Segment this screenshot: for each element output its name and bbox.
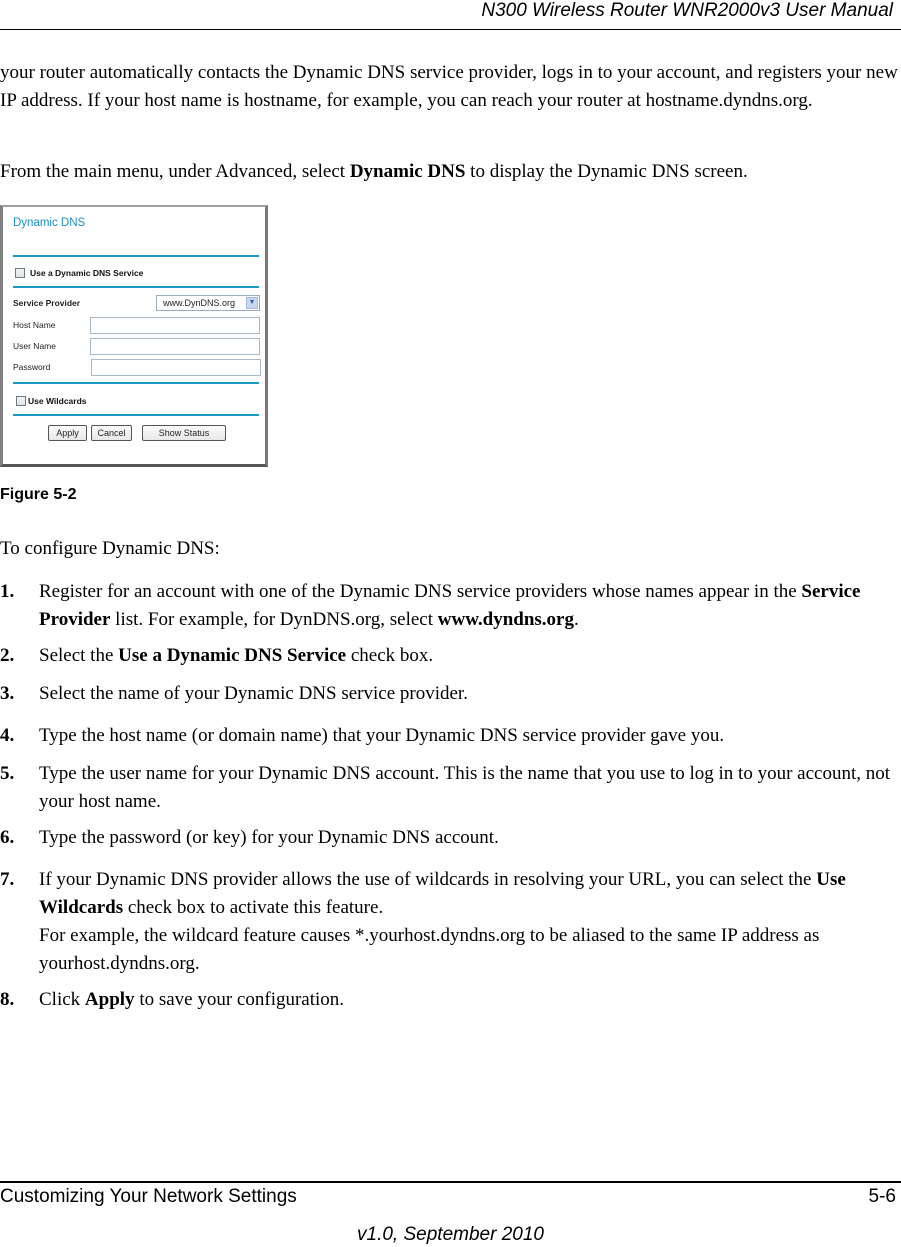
use-ddns-label: Use a Dynamic DNS Service — [30, 268, 144, 278]
manual-title: N300 Wireless Router WNR2000v3 User Manu… — [481, 0, 893, 21]
nav-text-post: to display the Dynamic DNS screen. — [465, 161, 748, 182]
divider — [13, 255, 259, 257]
use-wildcards-checkbox[interactable] — [16, 396, 26, 406]
navigation-paragraph: From the main menu, under Advanced, sele… — [0, 158, 900, 186]
use-wildcards-label: Use Wildcards — [28, 396, 87, 406]
screen-title: Dynamic DNS — [13, 217, 86, 229]
footer-page-number: 5-6 — [868, 1186, 896, 1207]
footer-rule — [0, 1181, 901, 1183]
password-input[interactable] — [91, 359, 261, 376]
service-provider-select[interactable]: www.DynDNS.org ▼ — [156, 295, 260, 311]
step-text-part: to save your configuration. — [134, 989, 345, 1010]
step-number: 5. — [0, 763, 15, 784]
step-number: 2. — [0, 645, 15, 666]
service-provider-value: www.DynDNS.org — [163, 298, 236, 308]
nav-text-pre: From the main menu, under Advanced, sele… — [0, 161, 350, 182]
cancel-button[interactable]: Cancel — [91, 425, 132, 441]
steps-intro: To configure Dynamic DNS: — [0, 538, 220, 559]
show-status-button[interactable]: Show Status — [142, 425, 226, 441]
use-ddns-checkbox[interactable] — [15, 268, 25, 278]
divider — [13, 382, 259, 384]
intro-paragraph: your router automatically contacts the D… — [0, 62, 898, 111]
step-number: 6. — [0, 827, 15, 848]
step-text-part: Click — [39, 989, 85, 1010]
step-text-bold: Use a Dynamic DNS Service — [118, 645, 347, 666]
step-number: 7. — [0, 869, 15, 890]
step-text-bold: Apply — [84, 989, 135, 1010]
step-text-part: Select the — [39, 645, 119, 666]
step-text: Select the name of your Dynamic DNS serv… — [39, 683, 468, 704]
user-name-input[interactable] — [90, 338, 260, 355]
step-number: 3. — [0, 683, 15, 704]
password-label: Password — [13, 362, 51, 372]
step-text-part: check box to activate this feature. — [123, 897, 384, 918]
host-name-input[interactable] — [90, 317, 260, 334]
step-number: 8. — [0, 989, 15, 1010]
footer-section: Customizing Your Network Settings — [0, 1186, 297, 1207]
divider — [13, 286, 259, 288]
step-text: Type the password (or key) for your Dyna… — [39, 827, 499, 848]
step-text: Type the host name (or domain name) that… — [39, 725, 725, 746]
host-name-label: Host Name — [13, 320, 56, 330]
step-text: Register for an account with one of the … — [39, 578, 901, 634]
apply-button[interactable]: Apply — [48, 425, 87, 441]
step-text-part: Register for an account with one of the … — [39, 581, 802, 602]
step-text-part: . — [574, 609, 579, 630]
step-text: Select the Use a Dynamic DNS Service che… — [39, 642, 901, 670]
nav-text-bold: Dynamic DNS — [349, 161, 466, 182]
footer-version: v1.0, September 2010 — [357, 1224, 544, 1245]
chevron-down-icon[interactable]: ▼ — [246, 297, 258, 309]
user-name-label: User Name — [13, 341, 56, 351]
step-text-bold: www.dyndns.org — [437, 609, 574, 630]
step-number: 1. — [0, 581, 15, 602]
figure-caption: Figure 5-2 — [0, 486, 77, 503]
service-provider-label: Service Provider — [13, 298, 81, 308]
step-text: Click Apply to save your configuration. — [39, 986, 901, 1014]
divider — [13, 414, 259, 416]
step-number: 4. — [0, 725, 15, 746]
step-text-part: If your Dynamic DNS provider allows the … — [39, 869, 817, 890]
step-text-part: check box. — [346, 645, 434, 666]
step-text: Type the user name for your Dynamic DNS … — [39, 763, 891, 812]
step-example-text: For example, the wildcard feature causes… — [39, 925, 820, 974]
header-rule — [0, 29, 901, 30]
dynamic-dns-screenshot: Dynamic DNS Use a Dynamic DNS Service Se… — [0, 205, 268, 467]
step-text-part: list. For example, for DynDNS.org, selec… — [110, 609, 438, 630]
step-text: If your Dynamic DNS provider allows the … — [39, 866, 901, 978]
